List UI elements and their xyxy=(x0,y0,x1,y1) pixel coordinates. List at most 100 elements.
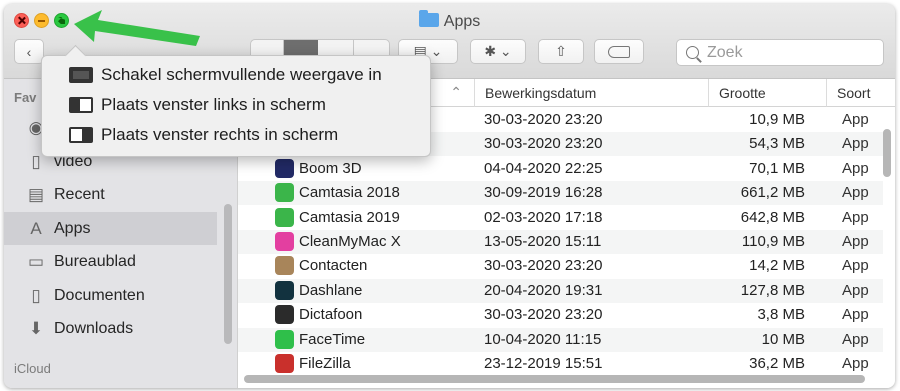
sidebar-item-label: Documenten xyxy=(54,286,145,304)
app-icon xyxy=(275,305,294,325)
file-name: Camtasia 2019 xyxy=(299,208,400,226)
column-header-date[interactable]: Bewerkingsdatum xyxy=(474,79,708,107)
file-size: 3,8 MB xyxy=(757,306,805,324)
file-date: 30-03-2020 23:20 xyxy=(484,111,603,128)
file-date: 20-04-2020 19:31 xyxy=(484,281,603,299)
sidebar-item-bureaublad[interactable]: ▭ Bureaublad xyxy=(4,245,217,278)
file-kind: App xyxy=(842,355,869,372)
table-row[interactable]: Camtasia 2018 30-09-2019 16:28 661,2 MB App xyxy=(238,181,883,206)
file-kind: App xyxy=(842,306,869,324)
download-icon: ⬇ xyxy=(28,318,44,338)
app-icon xyxy=(275,256,294,276)
horizontal-scrollbar[interactable] xyxy=(244,375,865,383)
file-kind: App xyxy=(842,257,869,275)
tile-left-icon xyxy=(69,96,93,113)
share-icon: ⇧ xyxy=(555,43,567,59)
table-row[interactable]: Dashlane 20-04-2020 19:31 127,8 MB App xyxy=(238,278,883,303)
menu-item-fullscreen[interactable]: Schakel schermvullende weergave in xyxy=(42,60,430,89)
app-icon xyxy=(275,183,294,203)
file-date: 30-03-2020 23:20 xyxy=(484,306,603,324)
file-date: 10-04-2020 11:15 xyxy=(484,330,602,348)
favorites-header: Fav xyxy=(14,90,37,105)
file-date: 30-03-2020 23:20 xyxy=(484,135,603,153)
chevron-left-icon: ‹ xyxy=(26,43,32,60)
sidebar-scrollbar[interactable] xyxy=(224,204,232,344)
sidebar-item-label: Apps xyxy=(54,219,91,237)
clock-icon: ▤ xyxy=(27,184,45,204)
finder-window: Apps ‹ ▤ ⌄ ✱ ⌄ ⇧ Zoek Fav ◉ ▯ video ▤ Re… xyxy=(4,4,895,388)
file-name: Contacten xyxy=(299,257,368,275)
menu-item-tile-left[interactable]: Plaats venster links in scherm xyxy=(42,90,430,119)
app-icon xyxy=(275,158,294,178)
search-field[interactable]: Zoek xyxy=(676,39,884,66)
table-row[interactable]: FileZilla 23-12-2019 15:51 36,2 MB App xyxy=(238,352,883,376)
icloud-header: iCloud xyxy=(14,361,51,376)
apps-icon: A xyxy=(30,218,42,238)
file-date: 13-05-2020 15:11 xyxy=(484,233,602,250)
sidebar-item-label: Bureaublad xyxy=(54,252,136,270)
file-name: Camtasia 2018 xyxy=(299,184,400,202)
fullscreen-icon xyxy=(69,66,93,83)
file-name: Dashlane xyxy=(299,281,363,299)
vertical-scrollbar[interactable] xyxy=(883,129,891,177)
search-placeholder: Zoek xyxy=(707,43,743,61)
sidebar-item-label: Recent xyxy=(54,185,105,203)
sort-chevron-icon: ⌃ xyxy=(450,84,462,100)
sidebar-item-downloads[interactable]: ⬇ Downloads xyxy=(4,312,217,345)
file-size: 10,9 MB xyxy=(749,111,805,128)
gear-icon: ✱ ⌄ xyxy=(484,43,512,59)
file-size: 127,8 MB xyxy=(740,281,805,299)
file-kind: App xyxy=(842,111,869,128)
tag-icon xyxy=(608,45,630,58)
action-button[interactable]: ✱ ⌄ xyxy=(470,39,526,64)
file-size: 14,2 MB xyxy=(749,257,805,275)
file-name: FaceTime xyxy=(299,330,366,348)
sidebar-item-label: Downloads xyxy=(54,319,134,337)
file-size: 54,3 MB xyxy=(749,135,805,153)
document-icon: ▯ xyxy=(31,285,41,305)
file-kind: App xyxy=(842,135,869,153)
app-icon xyxy=(275,354,294,373)
back-button[interactable]: ‹ xyxy=(14,39,44,64)
file-date: 23-12-2019 15:51 xyxy=(484,355,603,372)
tags-button[interactable] xyxy=(594,39,644,64)
file-name: CleanMyMac X xyxy=(299,233,401,250)
table-row[interactable]: Camtasia 2019 02-03-2020 17:18 642,8 MB App xyxy=(238,206,883,230)
window-tile-menu: Schakel schermvullende weergave in Plaat… xyxy=(41,55,431,157)
app-icon xyxy=(275,329,294,349)
file-kind: App xyxy=(842,208,869,226)
file-size: 36,2 MB xyxy=(749,355,805,372)
file-date: 02-03-2020 17:18 xyxy=(484,208,603,226)
file-kind: App xyxy=(842,184,869,202)
column-header-size[interactable]: Grootte xyxy=(708,79,826,107)
table-row[interactable]: FaceTime 10-04-2020 11:15 10 MB App xyxy=(238,327,883,352)
table-row[interactable]: CleanMyMac X 13-05-2020 15:11 110,9 MB App xyxy=(238,230,883,254)
file-kind: App xyxy=(842,330,869,348)
file-kind: App xyxy=(842,281,869,299)
file-size: 10 MB xyxy=(761,330,805,348)
file-date: 30-03-2020 23:20 xyxy=(484,257,603,275)
file-date: 04-04-2020 22:25 xyxy=(484,159,603,177)
file-size: 110,9 MB xyxy=(741,233,805,250)
sidebar-item-recent[interactable]: ▤ Recent xyxy=(4,178,217,211)
table-row[interactable]: Boom 3D 04-04-2020 22:25 70,1 MB App xyxy=(238,157,883,181)
file-date: 30-09-2019 16:28 xyxy=(484,184,603,202)
search-icon xyxy=(686,46,699,59)
file-size: 70,1 MB xyxy=(749,159,805,177)
file-name: FileZilla xyxy=(299,355,351,372)
file-name: Dictafoon xyxy=(299,306,363,324)
file-size: 642,8 MB xyxy=(740,208,805,226)
sidebar-item-apps[interactable]: A Apps xyxy=(4,212,217,245)
file-kind: App xyxy=(842,233,869,250)
table-row[interactable]: Contacten 30-03-2020 23:20 14,2 MB App xyxy=(238,254,883,278)
folder-icon xyxy=(418,10,439,27)
menu-item-tile-right[interactable]: Plaats venster rechts in scherm xyxy=(42,120,430,149)
file-name: Boom 3D xyxy=(299,159,362,177)
sidebar-item-documenten[interactable]: ▯ Documenten xyxy=(4,279,217,312)
column-header-kind[interactable]: Soort xyxy=(826,79,895,107)
table-row[interactable]: Dictafoon 30-03-2020 23:20 3,8 MB App xyxy=(238,303,883,327)
share-button[interactable]: ⇧ xyxy=(538,39,584,64)
desktop-icon: ▭ xyxy=(27,251,45,271)
file-size: 661,2 MB xyxy=(740,184,805,202)
file-kind: App xyxy=(842,159,869,177)
